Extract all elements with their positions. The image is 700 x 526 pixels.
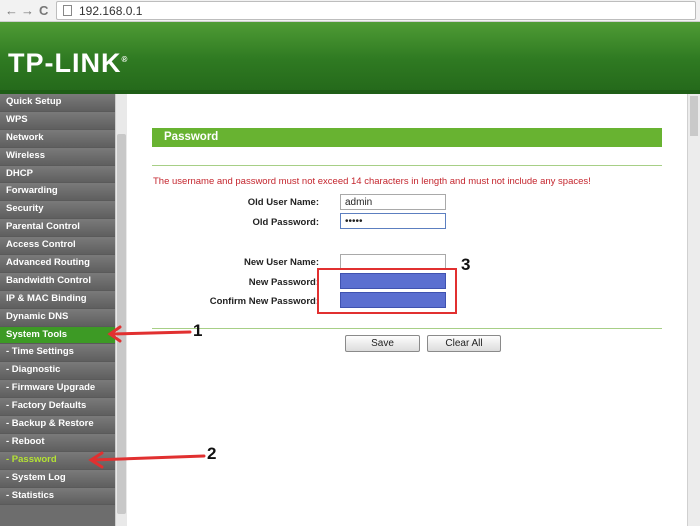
- arrow-2-line: [91, 454, 206, 462]
- annotation-arrows: [88, 325, 206, 469]
- annotation-number-3: 3: [461, 255, 471, 274]
- annotation-number-1: 1: [193, 321, 203, 340]
- annotation-number-2: 2: [207, 444, 217, 463]
- arrow-1-line: [110, 330, 192, 336]
